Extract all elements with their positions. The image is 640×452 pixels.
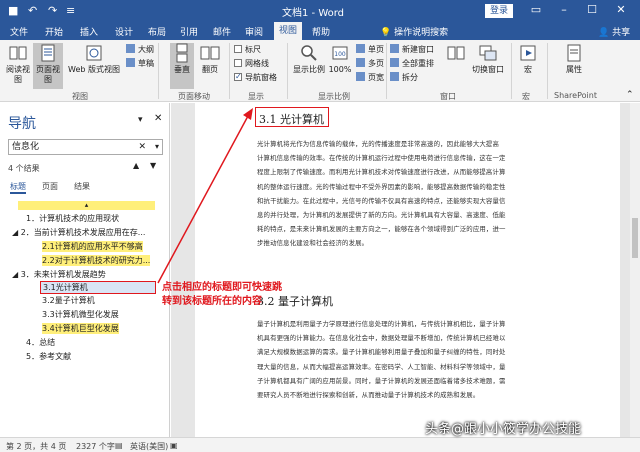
macro-record-icon[interactable]: ▣ — [170, 441, 178, 450]
language[interactable]: 英语(美国) — [130, 441, 168, 452]
page-count[interactable]: 第 2 页，共 4 页 — [6, 441, 66, 452]
annotation-text: 点击相应的标题即可快速跳转到该标题所在的内容 — [162, 282, 282, 307]
word-count[interactable]: 2327 个字 — [76, 441, 115, 452]
status-bar: 第 2 页，共 4 页 2327 个字 ▤ 英语(美国) ▣ — [0, 437, 640, 452]
proofing-icon[interactable]: ▤ — [115, 441, 123, 450]
watermark: 头条@跟小小筱学办公技能 — [425, 422, 582, 437]
annotation-arrow — [157, 108, 253, 284]
